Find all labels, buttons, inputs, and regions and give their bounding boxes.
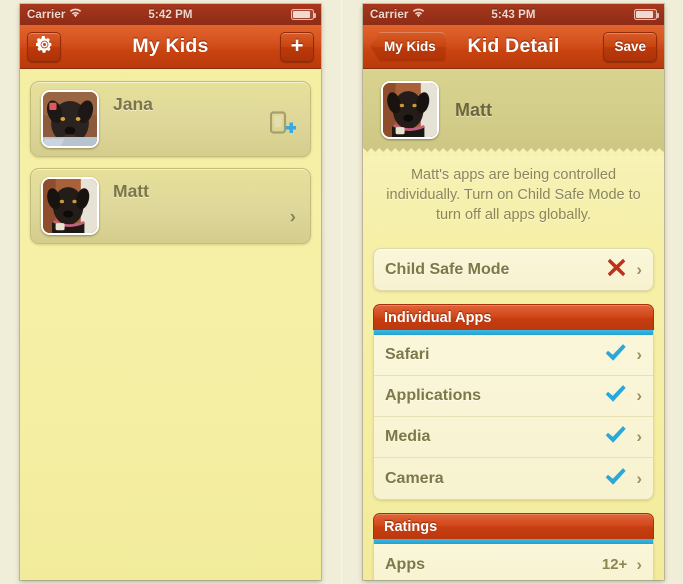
nav-bar-my-kids: My Kids +	[20, 25, 321, 69]
chevron-right-icon: ›	[636, 468, 642, 488]
status-bar: Carrier 5:42 PM	[20, 4, 321, 25]
blue-check-icon	[604, 467, 627, 491]
kid-name: Matt	[455, 99, 492, 120]
zigzag-divider	[363, 148, 664, 155]
chevron-right-icon: ›	[636, 386, 642, 405]
clock-label: 5:43 PM	[491, 8, 536, 21]
row-accessory[interactable]: ›	[290, 207, 296, 229]
add-kid-button[interactable]: +	[280, 31, 314, 62]
chevron-right-icon: ›	[636, 259, 642, 279]
section-title: Ratings	[384, 518, 438, 535]
section-body-ratings: Apps 12+ ›	[373, 544, 654, 580]
row-label: Camera	[385, 469, 444, 487]
screen-kid-detail: Carrier 5:43 PM My Kids Kid Detail Save …	[363, 4, 664, 580]
blue-check-icon	[604, 425, 627, 449]
battery-icon	[291, 9, 317, 20]
dual-phone-screenshot: Carrier 5:42 PM My Kids + Jana Matt › Ca…	[0, 0, 683, 584]
chevron-right-icon: ›	[289, 207, 296, 228]
row-accessory: ›	[606, 257, 642, 283]
row-label: Safari	[385, 346, 430, 363]
save-button-label: Save	[614, 39, 646, 54]
row-accessory: ›	[604, 467, 642, 491]
settings-button[interactable]	[27, 31, 61, 62]
back-button-label: My Kids	[384, 39, 436, 54]
row-accessory[interactable]	[269, 111, 297, 142]
kid-detail-header: Matt	[363, 69, 664, 149]
page-title: My Kids	[132, 35, 209, 57]
kid-name: Matt	[113, 181, 149, 201]
list-item-kid-matt[interactable]: Matt ›	[30, 168, 311, 244]
phone-my-kids: Carrier 5:42 PM My Kids + Jana Matt ›	[0, 0, 341, 584]
save-button[interactable]: Save	[603, 31, 657, 62]
row-label: Child Safe Mode	[385, 260, 510, 278]
gear-icon	[35, 35, 53, 58]
child-safe-mode-card: Child Safe Mode ›	[373, 248, 654, 291]
row-accessory: ›	[604, 384, 642, 408]
row-apps-rating[interactable]: Apps 12+ ›	[374, 544, 653, 580]
row-media[interactable]: Media ›	[374, 417, 653, 458]
row-label: Applications	[385, 387, 482, 404]
kid-name: Jana	[113, 94, 153, 114]
section-header-ratings: Ratings	[373, 513, 654, 539]
section-header-individual-apps: Individual Apps	[373, 304, 654, 330]
row-accessory: ›	[604, 425, 642, 449]
row-label: Media	[385, 428, 431, 445]
row-applications[interactable]: Applications ›	[374, 376, 653, 417]
screen-my-kids: Carrier 5:42 PM My Kids + Jana Matt ›	[20, 4, 321, 580]
row-accessory: 12+ ›	[602, 555, 642, 575]
red-x-icon	[606, 257, 627, 283]
device-plus-icon[interactable]	[269, 111, 297, 142]
nav-bar-kid-detail: My Kids Kid Detail Save	[363, 25, 664, 69]
row-label: Apps	[385, 555, 425, 573]
row-value: 12+	[601, 556, 628, 573]
clock-label: 5:42 PM	[148, 8, 193, 21]
chevron-right-icon: ›	[636, 427, 642, 446]
row-safari[interactable]: Safari ›	[374, 335, 653, 376]
avatar	[41, 90, 99, 148]
section-title: Individual Apps	[384, 309, 492, 326]
list-item-kid-jana[interactable]: Jana	[30, 81, 311, 157]
chevron-right-icon: ›	[636, 554, 642, 574]
kid-list: Jana Matt ›	[20, 69, 321, 244]
blue-check-icon	[604, 384, 627, 408]
back-button[interactable]: My Kids	[370, 31, 446, 62]
blue-check-icon	[604, 343, 627, 367]
avatar	[41, 177, 99, 235]
avatar	[381, 81, 439, 139]
row-camera[interactable]: Camera ›	[374, 458, 653, 499]
row-child-safe-mode[interactable]: Child Safe Mode ›	[374, 249, 653, 290]
row-accessory: ›	[604, 343, 642, 367]
status-bar: Carrier 5:43 PM	[363, 4, 664, 25]
explanation-text: Matt's apps are being controlled individ…	[363, 155, 664, 238]
battery-icon	[634, 9, 660, 20]
chevron-right-icon: ›	[636, 345, 642, 364]
phone-kid-detail: Carrier 5:43 PM My Kids Kid Detail Save …	[342, 0, 683, 584]
section-body-individual-apps: Safari › Applications › Media › Camera ›	[373, 335, 654, 500]
